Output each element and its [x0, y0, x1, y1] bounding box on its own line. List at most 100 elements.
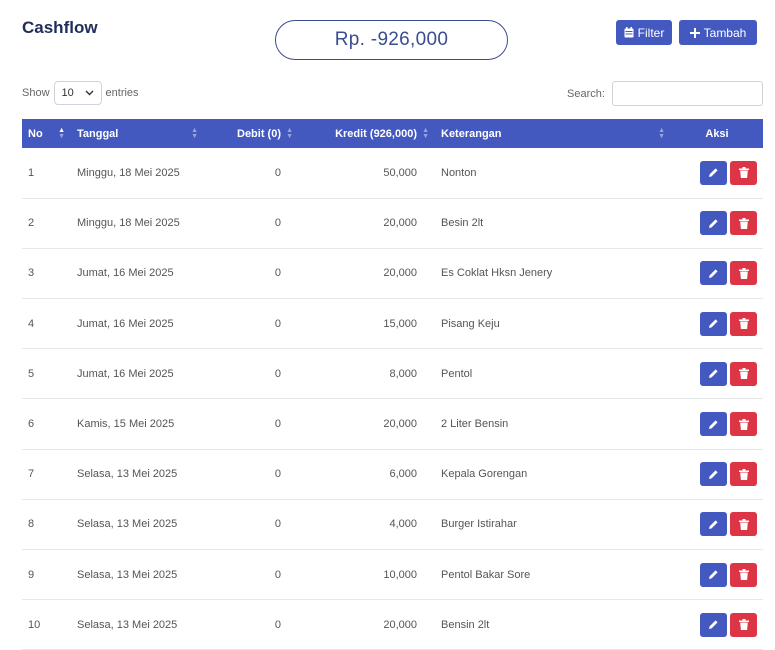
table-row: 4 Jumat, 16 Mei 2025 0 15,000 Pisang Keju [22, 299, 763, 349]
cell-no: 8 [28, 518, 35, 531]
table-header-row: No ▲ ▼ Tanggal ▲ ▼ Debit (0) ▲ ▼ Kredit (92… [22, 119, 763, 148]
trash-icon [738, 267, 749, 279]
cell-debit: 0 [274, 166, 281, 179]
delete-button[interactable] [730, 361, 757, 386]
total-balance-badge: Rp. -926,000 [275, 20, 508, 60]
entries-length-control: Show 10 entries [22, 81, 139, 105]
trash-icon [738, 418, 749, 430]
cell-keterangan: Nonton [441, 166, 477, 179]
cell-tanggal: Kamis, 15 Mei 2025 [77, 418, 175, 431]
cell-debit: 0 [274, 518, 281, 531]
edit-button[interactable] [700, 311, 727, 336]
cell-aksi [671, 198, 763, 248]
column-header-tanggal[interactable]: Tanggal ▲ ▼ [71, 119, 204, 148]
cell-keterangan: Pentol [441, 367, 473, 380]
plus-icon [689, 27, 700, 38]
cell-kredit: 6,000 [389, 468, 417, 481]
trash-icon [738, 368, 749, 380]
edit-button[interactable] [700, 160, 727, 185]
cell-aksi [671, 550, 763, 600]
cashflow-page: Cashflow Rp. -926,000 Filter Tambah Show [0, 0, 775, 650]
cell-kredit: 20,000 [383, 418, 417, 431]
pencil-icon [708, 167, 719, 178]
delete-button[interactable] [730, 311, 757, 336]
cell-kredit: 20,000 [383, 217, 417, 230]
cell-debit: 0 [274, 568, 281, 581]
delete-button[interactable] [730, 512, 757, 537]
column-header-debit[interactable]: Debit (0) ▲ ▼ [204, 119, 299, 148]
edit-button[interactable] [700, 412, 727, 437]
column-header-label: Aksi [705, 127, 729, 140]
cell-no: 2 [28, 217, 35, 230]
delete-button[interactable] [730, 211, 757, 236]
cell-aksi [671, 299, 763, 349]
tambah-button[interactable]: Tambah [679, 20, 757, 45]
delete-button[interactable] [730, 562, 757, 587]
cell-tanggal: Selasa, 13 Mei 2025 [77, 518, 178, 531]
cell-aksi [671, 399, 763, 449]
cell-no: 4 [28, 317, 35, 330]
calendar-icon [624, 27, 634, 38]
cell-keterangan: Es Coklat Hksn Jenery [441, 267, 553, 280]
edit-button[interactable] [700, 612, 727, 637]
cell-no: 5 [28, 367, 35, 380]
cell-debit: 0 [274, 217, 281, 230]
column-header-label: Kredit (926,000) [335, 127, 417, 140]
column-header-aksi: Aksi [671, 119, 763, 148]
delete-button[interactable] [730, 160, 757, 185]
cell-tanggal: Selasa, 13 Mei 2025 [77, 568, 178, 581]
column-header-no[interactable]: No ▲ ▼ [22, 119, 71, 148]
edit-button[interactable] [700, 211, 727, 236]
edit-button[interactable] [700, 261, 727, 286]
cell-kredit: 50,000 [383, 166, 417, 179]
tambah-button-label: Tambah [703, 25, 747, 40]
cell-debit: 0 [274, 317, 281, 330]
edit-button[interactable] [700, 562, 727, 587]
pencil-icon [708, 519, 719, 530]
column-header-label: Keterangan [441, 127, 502, 140]
total-balance-value: Rp. -926,000 [334, 29, 449, 50]
cell-kredit: 10,000 [383, 568, 417, 581]
edit-button[interactable] [700, 361, 727, 386]
cell-keterangan: Bensin 2lt [441, 618, 490, 631]
cell-keterangan: Burger Istirahar [441, 518, 517, 531]
trash-icon [738, 619, 749, 631]
cell-keterangan: Pisang Keju [441, 317, 500, 330]
table-row: 9 Selasa, 13 Mei 2025 0 10,000 Pentol Bakar … [22, 550, 763, 600]
entries-select[interactable]: 10 [53, 81, 102, 105]
cell-aksi [671, 248, 763, 298]
cell-debit: 0 [274, 267, 281, 280]
sort-icon: ▲ ▼ [191, 126, 198, 140]
sort-icon: ▲ ▼ [658, 126, 665, 140]
cell-no: 1 [28, 166, 35, 179]
edit-button[interactable] [700, 462, 727, 487]
delete-button[interactable] [730, 261, 757, 286]
table-row: 3 Jumat, 16 Mei 2025 0 20,000 Es Coklat Hksn… [22, 248, 763, 299]
pencil-icon [708, 569, 719, 580]
cell-no: 3 [28, 267, 35, 280]
delete-button[interactable] [730, 462, 757, 487]
cell-debit: 0 [274, 418, 281, 431]
cell-tanggal: Jumat, 16 Mei 2025 [77, 267, 174, 280]
delete-button[interactable] [730, 412, 757, 437]
table-body: 1 Minggu, 18 Mei 2025 0 50,000 Nonton 2 Minggu… [22, 148, 763, 650]
trash-icon [738, 167, 749, 179]
column-header-kredit[interactable]: Kredit (926,000) ▲ ▼ [299, 119, 435, 148]
table-row: 5 Jumat, 16 Mei 2025 0 8,000 Pentol [22, 349, 763, 399]
cell-kredit: 4,000 [389, 518, 417, 531]
edit-button[interactable] [700, 512, 727, 537]
filter-button[interactable]: Filter [616, 20, 672, 45]
table-row: 10 Selasa, 13 Mei 2025 0 20,000 Bensin 2lt [22, 600, 763, 650]
delete-button[interactable] [730, 612, 757, 637]
pencil-icon [708, 469, 719, 480]
trash-icon [738, 318, 749, 330]
search-input[interactable] [612, 81, 763, 106]
cell-kredit: 20,000 [383, 267, 417, 280]
cell-no: 6 [28, 418, 35, 431]
cell-kredit: 15,000 [383, 317, 417, 330]
cell-tanggal: Minggu, 18 Mei 2025 [77, 217, 180, 230]
column-header-keterangan[interactable]: Keterangan ▲ ▼ [435, 119, 671, 148]
trash-icon [738, 569, 749, 581]
chevron-down-icon [85, 87, 94, 99]
table-row: 1 Minggu, 18 Mei 2025 0 50,000 Nonton [22, 148, 763, 199]
